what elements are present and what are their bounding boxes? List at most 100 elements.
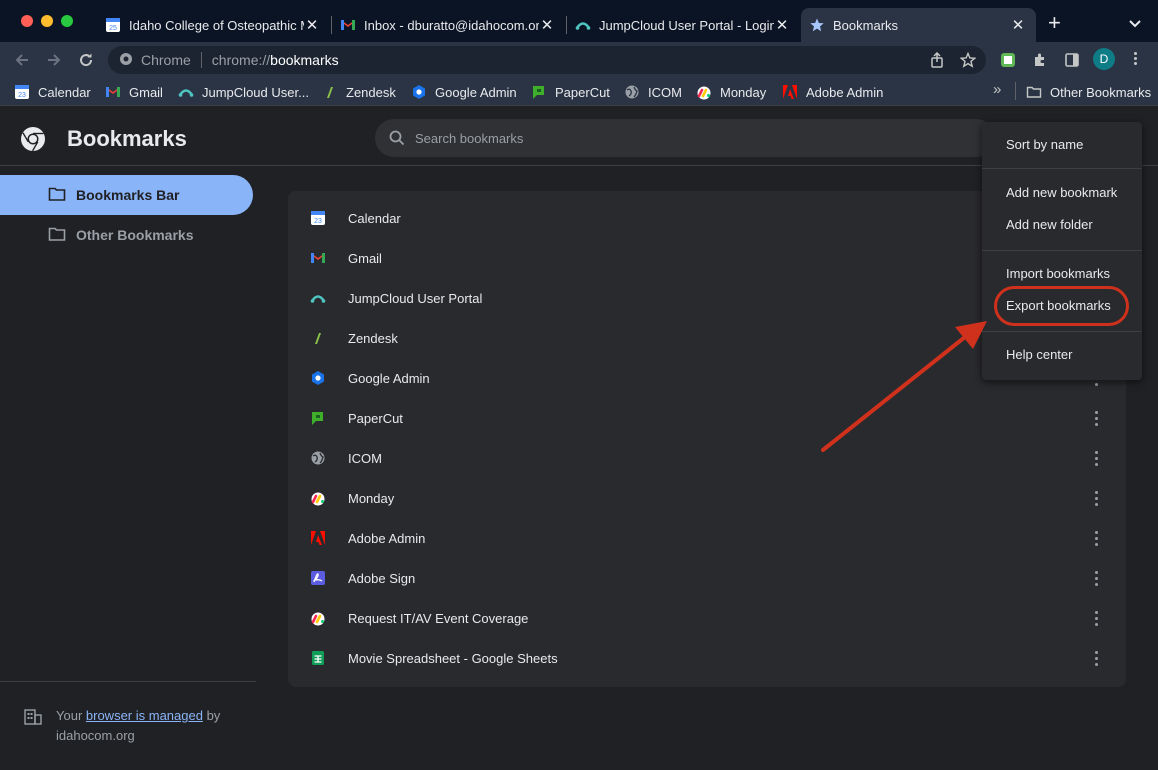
bookmark-bar-label: Zendesk: [346, 84, 396, 100]
close-tab-icon[interactable]: ✕: [774, 17, 790, 34]
bookmark-bar-item-gmail[interactable]: Gmail: [105, 83, 163, 101]
close-tab-icon[interactable]: ✕: [539, 17, 555, 34]
bookmark-bar-item-google-admin[interactable]: Google Admin: [411, 83, 517, 101]
forward-icon[interactable]: [44, 50, 64, 70]
more-actions-icon[interactable]: [1088, 526, 1104, 550]
list-item[interactable]: ICOM: [288, 438, 1126, 478]
bookmark-bar-label: Calendar: [38, 84, 91, 100]
bookmark-title: Gmail: [348, 250, 382, 266]
url-scheme: chrome://: [211, 52, 271, 68]
search-input[interactable]: [415, 130, 935, 146]
share-icon[interactable]: [930, 51, 944, 71]
side-panel-icon[interactable]: [1062, 50, 1082, 70]
svg-text:25: 25: [109, 25, 117, 32]
close-tab-icon[interactable]: ✕: [1010, 17, 1026, 34]
more-actions-icon[interactable]: [1088, 446, 1104, 470]
calendar-icon: 23: [310, 210, 326, 226]
gmail-icon: [310, 250, 326, 266]
globe-icon: [310, 450, 326, 466]
menu-item-add-new-bookmark[interactable]: Add new bookmark: [982, 176, 1142, 208]
bookmark-bar-label: Other Bookmarks: [1050, 84, 1152, 100]
maximize-window-button[interactable]: [61, 15, 73, 27]
tab-title: JumpCloud User Portal - Login: [599, 17, 774, 33]
search-box[interactable]: [375, 119, 995, 157]
calendar-icon: 25: [105, 17, 121, 33]
zendesk-icon: [322, 84, 338, 100]
tab-title: Inbox - dburatto@idahocom.org: [364, 17, 539, 33]
bookmark-title: Adobe Admin: [348, 530, 426, 546]
bookmark-title: ICOM: [348, 450, 382, 466]
list-item[interactable]: Adobe Sign: [288, 558, 1126, 598]
list-item[interactable]: Movie Spreadsheet - Google Sheets: [288, 638, 1126, 678]
list-item[interactable]: Monday: [288, 478, 1126, 518]
more-actions-icon[interactable]: [1088, 486, 1104, 510]
menu-item-sort-by-name[interactable]: Sort by name: [982, 128, 1142, 160]
sidebar-item-label: Other Bookmarks: [76, 227, 194, 243]
adobe-icon: [310, 530, 326, 546]
adobe-icon: [782, 84, 798, 100]
bookmark-bar-item-monday[interactable]: Monday: [696, 83, 766, 101]
globe-icon: [624, 84, 640, 100]
folder-icon: [48, 226, 66, 245]
more-actions-icon[interactable]: [1088, 406, 1104, 430]
close-tab-icon[interactable]: ✕: [304, 17, 320, 34]
sidebar-item-bookmarks-bar[interactable]: Bookmarks Bar: [0, 175, 253, 215]
new-tab-icon[interactable]: +: [1048, 12, 1061, 34]
bookmarks-bar-divider: [1015, 82, 1016, 100]
bookmark-bar-item-jumpcloud[interactable]: JumpCloud User...: [178, 83, 309, 101]
other-bookmarks-folder[interactable]: Other Bookmarks: [1026, 83, 1151, 101]
bookmark-bar-item-icom[interactable]: ICOM: [624, 83, 682, 101]
extensions-puzzle-icon[interactable]: [1030, 50, 1050, 70]
tab-strip: 25 Idaho College of Osteopathic Medicine…: [0, 0, 1158, 42]
bookmark-bar-item-calendar[interactable]: 23 Calendar: [14, 83, 91, 101]
tab-search-chevron-icon[interactable]: [1128, 16, 1142, 34]
address-bar[interactable]: Chrome chrome://bookmarks: [108, 46, 986, 74]
svg-text:23: 23: [314, 218, 322, 225]
monday-icon: [696, 84, 712, 100]
managed-browser-notice: Your browser is managed by idahocom.org: [0, 681, 256, 746]
bookmark-bar-label: JumpCloud User...: [202, 84, 309, 100]
more-actions-icon[interactable]: [1088, 566, 1104, 590]
bookmark-title: PaperCut: [348, 410, 403, 426]
tab-bookmarks[interactable]: Bookmarks ✕: [801, 8, 1036, 42]
zendesk-icon: [310, 330, 326, 346]
chrome-menu-icon[interactable]: [1134, 52, 1137, 65]
bookmarks-overflow-chevron[interactable]: »: [993, 81, 1001, 98]
menu-item-import-bookmarks[interactable]: Import bookmarks: [982, 257, 1142, 289]
building-icon: [24, 709, 42, 725]
monday-icon: [310, 610, 326, 626]
minimize-window-button[interactable]: [41, 15, 53, 27]
profile-avatar[interactable]: D: [1093, 48, 1115, 70]
bookmark-bar-item-papercut[interactable]: PaperCut: [531, 83, 610, 101]
bookmark-bar-item-zendesk[interactable]: Zendesk: [322, 83, 396, 101]
list-item[interactable]: Request IT/AV Event Coverage: [288, 598, 1126, 638]
back-icon[interactable]: [12, 50, 32, 70]
browser-managed-link[interactable]: browser is managed: [86, 708, 203, 723]
list-item[interactable]: PaperCut: [288, 398, 1126, 438]
menu-item-add-new-folder[interactable]: Add new folder: [982, 208, 1142, 240]
bookmarks-bar: 23 Calendar Gmail JumpCloud User... Zend…: [0, 78, 1158, 106]
bookmark-bar-item-adobe-admin[interactable]: Adobe Admin: [782, 83, 883, 101]
papercut-icon: [310, 410, 326, 426]
managed-line: Your browser is managed by: [56, 706, 256, 726]
menu-item-help-center[interactable]: Help center: [982, 338, 1142, 370]
search-icon: [389, 130, 405, 146]
bookmark-title: Request IT/AV Event Coverage: [348, 610, 529, 626]
list-item[interactable]: Adobe Admin: [288, 518, 1126, 558]
bookmark-star-icon[interactable]: [959, 51, 977, 71]
tab-inbox[interactable]: Inbox - dburatto@idahocom.org ✕: [332, 8, 565, 42]
extension-printer-icon[interactable]: [998, 50, 1018, 70]
bookmark-title: Adobe Sign: [348, 570, 416, 586]
bookmark-title: JumpCloud User Portal: [348, 290, 483, 306]
reload-icon[interactable]: [76, 50, 96, 70]
close-window-button[interactable]: [21, 15, 33, 27]
tab-jumpcloud[interactable]: JumpCloud User Portal - Login ✕: [567, 8, 800, 42]
sidebar-item-other-bookmarks[interactable]: Other Bookmarks: [0, 215, 253, 255]
chrome-logo-icon: [119, 52, 133, 69]
more-actions-icon[interactable]: [1088, 646, 1104, 670]
star-icon: [809, 17, 825, 33]
more-actions-icon[interactable]: [1088, 606, 1104, 630]
jumpcloud-icon: [178, 84, 194, 100]
chrome-logo-icon: [20, 126, 46, 157]
tab-icom[interactable]: 25 Idaho College of Osteopathic Medicine…: [97, 8, 330, 42]
